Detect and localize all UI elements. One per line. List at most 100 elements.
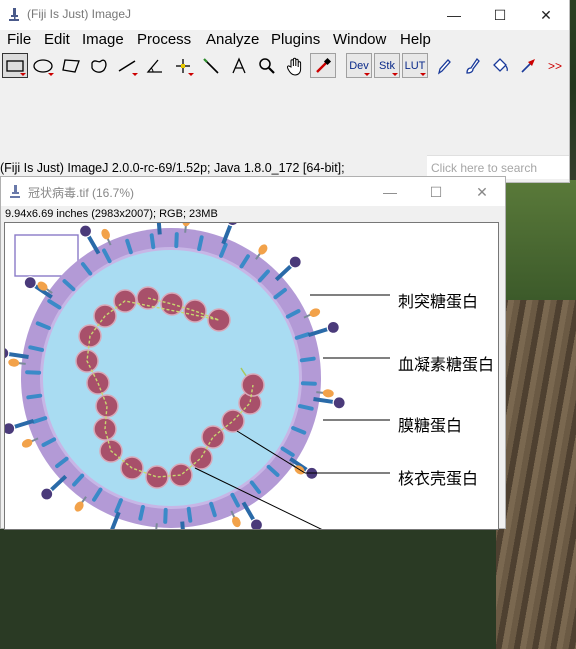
angle-tool[interactable]: [142, 53, 168, 78]
stk-menu-tool[interactable]: Stk: [374, 53, 400, 78]
label-membrane-glycoprotein: 膜糖蛋白: [398, 412, 462, 436]
minimize-button[interactable]: —: [431, 0, 477, 30]
he-head: [8, 358, 20, 367]
status-bar: (Fiji Is Just) ImageJ 2.0.0-rc-69/1.52p;…: [0, 161, 345, 175]
label-hemagglutinin-esterase: 血凝素糖蛋白: [398, 351, 494, 375]
membrane-protein: [30, 347, 42, 350]
desktop-wallpaper-wood: [496, 300, 576, 649]
image-canvas[interactable]: 刺突糖蛋白 血凝素糖蛋白 膜糖蛋白 核衣壳蛋白: [4, 222, 499, 530]
spike-head: [289, 256, 301, 268]
brush-icon: [463, 57, 481, 75]
dev-menu-tool[interactable]: Dev: [346, 53, 372, 78]
he-head: [308, 307, 321, 319]
microscope-icon: [8, 8, 20, 21]
line-tool[interactable]: [114, 53, 140, 78]
hand-icon: [285, 56, 305, 76]
spike-head: [250, 519, 262, 530]
dev-label: Dev: [349, 60, 369, 72]
rna-bead: [184, 300, 206, 322]
menu-plugins[interactable]: Plugins: [271, 31, 320, 48]
toolbar: Dev Stk LUT >>: [0, 52, 569, 80]
menu-analyze[interactable]: Analyze: [206, 31, 259, 48]
rna-bead: [202, 426, 224, 448]
membrane-protein: [189, 509, 191, 521]
spike-head: [5, 347, 9, 359]
membrane-protein: [300, 406, 312, 409]
membrane-protein: [152, 235, 154, 247]
desktop-wallpaper-foliage: [496, 180, 576, 300]
spike-head: [333, 397, 345, 409]
menu-window[interactable]: Window: [333, 31, 386, 48]
rectangle-icon: [6, 59, 24, 73]
membrane-protein: [28, 396, 40, 398]
arrow-icon: [519, 57, 537, 75]
stk-label: Stk: [379, 60, 395, 72]
maximize-button[interactable]: ☐: [477, 0, 523, 30]
rectangle-tool[interactable]: [2, 53, 28, 78]
wand-icon: [201, 57, 221, 75]
menu-image[interactable]: Image: [82, 31, 124, 48]
rna-bead: [161, 293, 183, 315]
menu-file[interactable]: File: [7, 31, 31, 48]
freehand-tool[interactable]: [86, 53, 112, 78]
he-head: [230, 515, 242, 528]
close-button[interactable]: ✕: [523, 0, 569, 30]
membrane-protein: [140, 507, 143, 519]
crosshair-icon: [173, 57, 193, 75]
app-title: (Fiji Is Just) ImageJ: [27, 7, 131, 21]
color-picker-tool[interactable]: [310, 53, 336, 78]
membrane-protein: [302, 359, 314, 361]
spike-stem: [158, 223, 160, 234]
he-head: [182, 223, 191, 227]
more-tools-button[interactable]: >>: [542, 53, 568, 78]
label-nucleocapsid-protein: 核衣壳蛋白: [398, 465, 478, 489]
line-icon: [117, 58, 137, 74]
imagej-main-window: (Fiji Is Just) ImageJ — ☐ ✕ File Edit Im…: [0, 0, 570, 183]
lut-label: LUT: [405, 60, 426, 72]
menu-process[interactable]: Process: [137, 31, 191, 48]
magnifier-icon: [258, 57, 276, 75]
spike-head: [327, 321, 339, 333]
he-head: [100, 227, 112, 240]
image-close-button[interactable]: ✕: [459, 177, 505, 207]
menu-bar: File Edit Image Process Analyze Plugins …: [0, 31, 569, 51]
image-window: 冠状病毒.tif (16.7%) — ☐ ✕ 9.94x6.69 inches …: [0, 176, 506, 529]
spike-head: [24, 277, 36, 289]
paint-bucket-icon: [491, 57, 509, 75]
pencil-icon: [435, 57, 453, 75]
flood-fill-tool[interactable]: [487, 53, 513, 78]
pencil-tool[interactable]: [431, 53, 457, 78]
brush-tool[interactable]: [459, 53, 485, 78]
image-maximize-button[interactable]: ☐: [413, 177, 459, 207]
wand-tool[interactable]: [198, 53, 224, 78]
freehand-icon: [89, 58, 109, 74]
oval-icon: [33, 59, 53, 73]
lut-menu-tool[interactable]: LUT: [402, 53, 428, 78]
he-head: [20, 437, 33, 449]
magnifier-tool[interactable]: [254, 53, 280, 78]
eyedropper-icon: [314, 57, 332, 75]
arrow-tool[interactable]: [515, 53, 541, 78]
image-titlebar: 冠状病毒.tif (16.7%) — ☐ ✕: [1, 177, 505, 206]
label-spike-glycoprotein: 刺突糖蛋白: [398, 288, 478, 312]
membrane-protein: [199, 237, 202, 249]
text-tool[interactable]: [226, 53, 252, 78]
spike-head: [5, 423, 15, 435]
image-minimize-button[interactable]: —: [367, 177, 413, 207]
point-tool[interactable]: [170, 53, 196, 78]
image-info: 9.94x6.69 inches (2983x2007); RGB; 23MB: [5, 208, 218, 220]
spike-head: [80, 225, 92, 237]
scroll-tool[interactable]: [282, 53, 308, 78]
rna-bead: [208, 309, 230, 331]
microscope-icon: [9, 185, 21, 198]
spike-head: [41, 488, 53, 500]
rna-bead: [190, 447, 212, 469]
he-head: [151, 529, 160, 530]
menu-help[interactable]: Help: [400, 31, 431, 48]
main-titlebar: (Fiji Is Just) ImageJ — ☐ ✕: [0, 0, 569, 30]
polygon-tool[interactable]: [58, 53, 84, 78]
polygon-icon: [61, 58, 81, 74]
oval-tool[interactable]: [30, 53, 56, 78]
menu-edit[interactable]: Edit: [44, 31, 70, 48]
angle-icon: [145, 58, 165, 74]
